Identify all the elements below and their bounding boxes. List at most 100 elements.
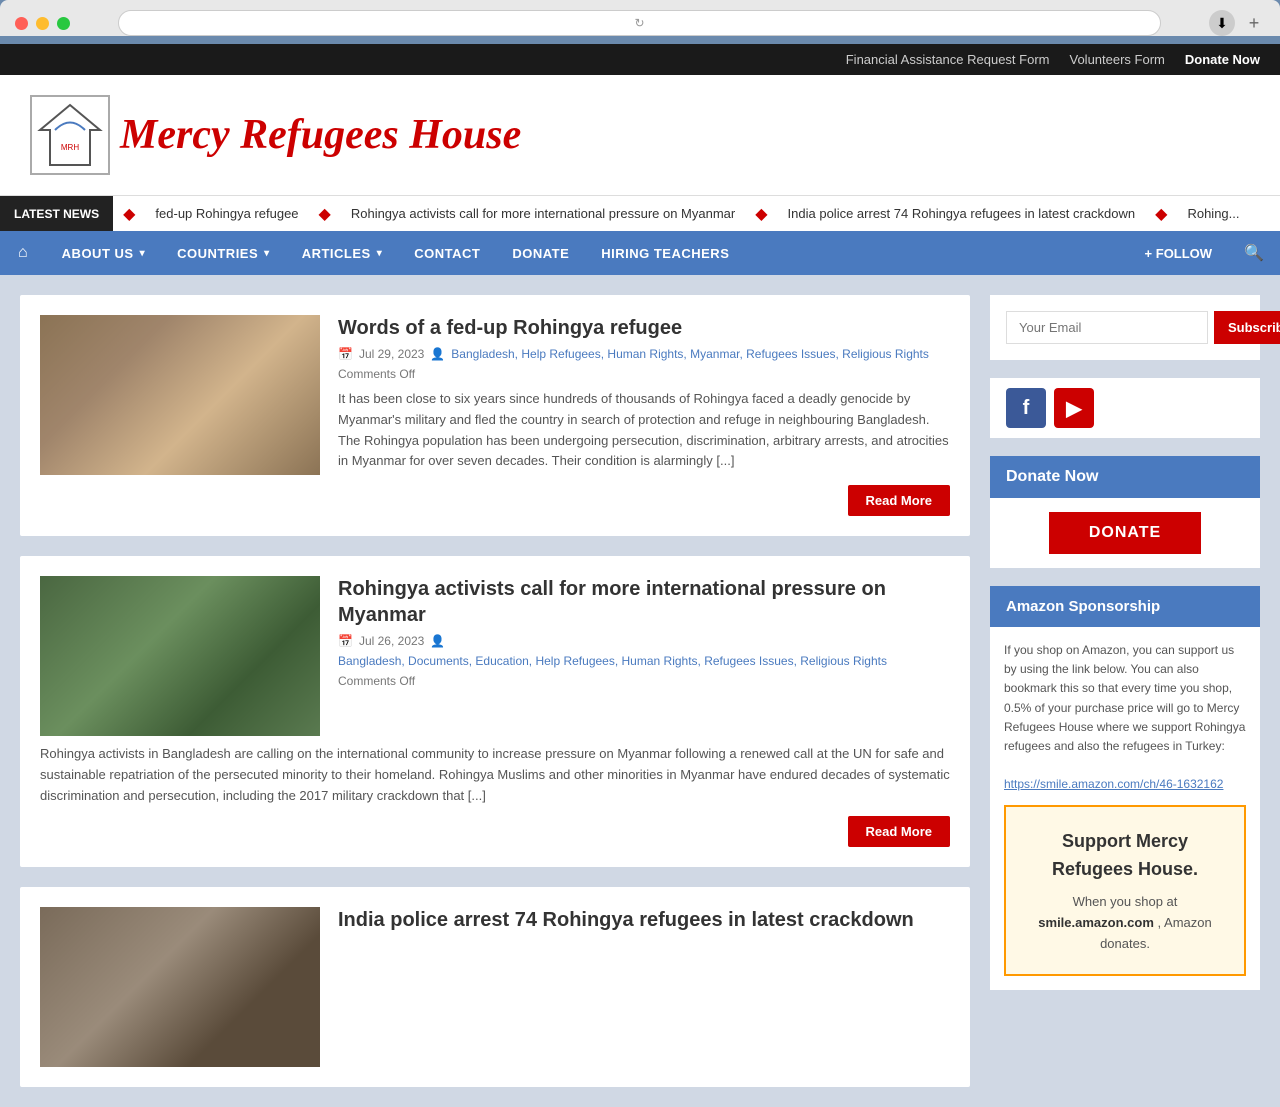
nav-home-button[interactable]: ⌂ — [0, 232, 46, 274]
donate-sidebar-header: Donate Now — [990, 456, 1260, 498]
article-body-2: Rohingya activists in Bangladesh are cal… — [40, 744, 950, 806]
ticker-content: ◆ fed-up Rohingya refugee ◆ Rohingya act… — [113, 204, 1280, 224]
nav-articles-label: ARTICLES — [302, 246, 371, 261]
article-image-2 — [40, 576, 320, 736]
email-input[interactable] — [1006, 311, 1208, 344]
article-card-3: India police arrest 74 Rohingya refugees… — [20, 887, 970, 1087]
amazon-text: If you shop on Amazon, you can support u… — [1004, 643, 1245, 753]
facebook-icon[interactable]: f — [1006, 388, 1046, 428]
amazon-support-text: When you shop at smile.amazon.com , Amaz… — [1026, 892, 1224, 954]
article-card-2: Rohingya activists call for more interna… — [20, 556, 970, 867]
new-tab-button[interactable]: + — [1243, 12, 1265, 34]
ticker-dot-3: ◆ — [755, 204, 767, 224]
youtube-icon[interactable]: ▶ — [1054, 388, 1094, 428]
article-date-2: Jul 26, 2023 — [359, 634, 424, 648]
article-title-3[interactable]: India police arrest 74 Rohingya refugees… — [338, 907, 950, 933]
article-categories-2: Bangladesh, Documents, Education, Help R… — [338, 654, 887, 668]
article-top-1: Words of a fed-up Rohingya refugee 📅 Jul… — [40, 315, 950, 475]
fullscreen-dot[interactable] — [57, 17, 70, 30]
article-image-1 — [40, 315, 320, 475]
nav-contact-label: CONTACT — [414, 246, 480, 261]
calendar-icon: 📅 — [338, 347, 353, 361]
article-meta-2: 📅 Jul 26, 2023 👤 Bangladesh, Documents, … — [338, 634, 950, 688]
ticker-item-2: Rohingya activists call for more interna… — [351, 206, 735, 221]
reload-icon: ↻ — [634, 16, 644, 30]
article-content-3: India police arrest 74 Rohingya refugees… — [338, 907, 950, 1067]
home-icon: ⌂ — [18, 244, 28, 262]
download-icon[interactable]: ⬇ — [1209, 10, 1235, 36]
article-date-1: Jul 29, 2023 — [359, 347, 424, 361]
amazon-sponsorship-header: Amazon Sponsorship — [990, 586, 1260, 627]
ticker-dot-4: ◆ — [1155, 204, 1167, 224]
amazon-sponsorship-container: Amazon Sponsorship If you shop on Amazon… — [990, 586, 1260, 990]
user-icon-2: 👤 — [430, 634, 445, 648]
article-card-1: Words of a fed-up Rohingya refugee 📅 Jul… — [20, 295, 970, 536]
article-image-3 — [40, 907, 320, 1067]
nav-about-us-label: ABOUT US — [62, 246, 134, 261]
subscribe-box: Subscribe — [990, 295, 1260, 360]
read-more-button-2[interactable]: Read More — [848, 816, 950, 847]
close-dot[interactable] — [15, 17, 28, 30]
ticker-label: LATEST NEWS — [0, 196, 113, 231]
top-bar: Financial Assistance Request Form Volunt… — [0, 44, 1280, 75]
article-meta-1: 📅 Jul 29, 2023 👤 Bangladesh, Help Refuge… — [338, 347, 950, 381]
user-icon: 👤 — [430, 347, 445, 361]
nav-search-button[interactable]: 🔍 — [1228, 231, 1280, 275]
chevron-down-icon-2: ▾ — [264, 248, 270, 259]
social-box: f ▶ — [990, 378, 1260, 438]
nav-item-about-us[interactable]: ABOUT US ▾ — [46, 234, 161, 273]
article-top-3: India police arrest 74 Rohingya refugees… — [40, 907, 950, 1067]
site-header: MRH Mercy Refugees House — [0, 75, 1280, 195]
nav-item-countries[interactable]: COUNTRIES ▾ — [161, 234, 286, 273]
donate-sidebar-button[interactable]: DONATE — [1049, 512, 1201, 554]
main-column: Words of a fed-up Rohingya refugee 📅 Jul… — [20, 295, 970, 1087]
logo-image: MRH — [30, 95, 110, 175]
donate-sidebar-container: Donate Now DONATE — [990, 456, 1260, 568]
read-more-row-1: Read More — [40, 485, 950, 516]
article-categories-1: Bangladesh, Help Refugees, Human Rights,… — [451, 347, 929, 361]
svg-text:MRH: MRH — [61, 143, 79, 152]
ticker-item-4: Rohing... — [1187, 206, 1239, 221]
ticker-dot-2: ◆ — [319, 204, 331, 224]
address-bar[interactable]: ↻ — [118, 10, 1161, 36]
article-excerpt-1: It has been close to six years since hun… — [338, 389, 950, 472]
content-wrapper: Words of a fed-up Rohingya refugee 📅 Jul… — [0, 275, 1280, 1107]
chevron-down-icon: ▾ — [140, 248, 146, 259]
article-title-1[interactable]: Words of a fed-up Rohingya refugee — [338, 315, 950, 341]
nav-item-articles[interactable]: ARTICLES ▾ — [286, 234, 399, 273]
article-title-2[interactable]: Rohingya activists call for more interna… — [338, 576, 950, 628]
minimize-dot[interactable] — [36, 17, 49, 30]
amazon-support-box: Support Mercy Refugees House. When you s… — [1004, 805, 1246, 977]
browser-controls: ↻ ⬇ + — [15, 10, 1265, 36]
site-wrapper: Financial Assistance Request Form Volunt… — [0, 44, 1280, 1107]
logo-container[interactable]: MRH Mercy Refugees House — [30, 95, 521, 175]
site-title: Mercy Refugees House — [120, 111, 521, 159]
amazon-sponsorship-body: If you shop on Amazon, you can support u… — [990, 627, 1260, 990]
ticker-item-1: fed-up Rohingya refugee — [155, 206, 298, 221]
ticker-dot-1: ◆ — [123, 204, 135, 224]
volunteers-form-link[interactable]: Volunteers Form — [1070, 52, 1165, 67]
read-more-row-2: Read More — [40, 816, 950, 847]
search-icon: 🔍 — [1244, 245, 1264, 262]
browser-chrome: ↻ ⬇ + — [0, 0, 1280, 36]
nav-item-hiring-teachers[interactable]: HIRING TEACHERS — [585, 234, 745, 273]
nav-item-contact[interactable]: CONTACT — [398, 234, 496, 273]
nav-countries-label: COUNTRIES — [177, 246, 258, 261]
donate-button-box: DONATE — [990, 498, 1260, 568]
amazon-support-title: Support Mercy Refugees House. — [1026, 827, 1224, 885]
read-more-button-1[interactable]: Read More — [848, 485, 950, 516]
nav-hiring-label: HIRING TEACHERS — [601, 246, 729, 261]
article-content-2: Rohingya activists call for more interna… — [338, 576, 950, 736]
article-top-2: Rohingya activists call for more interna… — [40, 576, 950, 736]
amazon-support-site: smile.amazon.com — [1038, 915, 1154, 930]
subscribe-button[interactable]: Subscribe — [1214, 311, 1280, 344]
financial-assistance-link[interactable]: Financial Assistance Request Form — [846, 52, 1050, 67]
calendar-icon-2: 📅 — [338, 634, 353, 648]
news-ticker: LATEST NEWS ◆ fed-up Rohingya refugee ◆ … — [0, 195, 1280, 231]
donate-now-topbar-link[interactable]: Donate Now — [1185, 52, 1260, 67]
article-comments-2: Comments Off — [338, 674, 415, 688]
amazon-link[interactable]: https://smile.amazon.com/ch/46-1632162 — [1004, 777, 1223, 791]
nav-donate-label: DONATE — [512, 246, 569, 261]
nav-follow-button[interactable]: + FOLLOW — [1129, 234, 1229, 273]
nav-item-donate[interactable]: DONATE — [496, 234, 585, 273]
